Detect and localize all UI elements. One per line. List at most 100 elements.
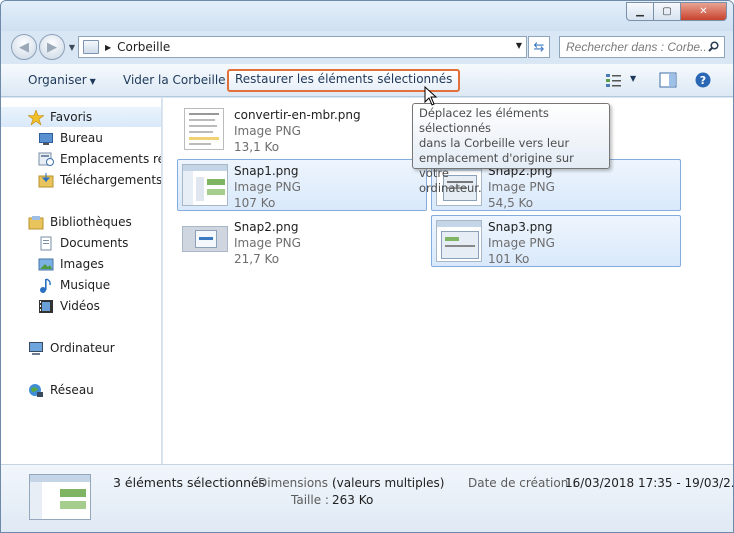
downloads-icon bbox=[38, 172, 54, 187]
sidebar-item-favorites[interactable]: Favoris bbox=[1, 107, 161, 127]
file-name: Snap2.png bbox=[234, 220, 299, 234]
sidebar-item-computer[interactable]: Ordinateur bbox=[28, 338, 115, 358]
recycle-bin-icon bbox=[83, 40, 99, 54]
back-arrow-icon: ◀ bbox=[19, 39, 29, 55]
restore-tooltip: Déplacez les éléments sélectionnés dans … bbox=[412, 103, 610, 195]
close-button[interactable]: ✕ bbox=[680, 2, 727, 21]
file-thumbnail bbox=[184, 108, 224, 150]
tooltip-line: emplacement d'origine sur votre bbox=[419, 151, 574, 180]
sidebar-item-label: Favoris bbox=[50, 110, 93, 124]
empty-recycle-bin-button[interactable]: Vider la Corbeille bbox=[116, 70, 233, 91]
file-size: 21,7 Ko bbox=[234, 252, 280, 266]
sidebar-item-label: Téléchargements bbox=[60, 173, 162, 187]
tooltip-line: Déplacez les éléments sélectionnés bbox=[419, 106, 549, 135]
selection-count: 3 éléments sélectionnés bbox=[113, 475, 266, 490]
sidebar-item-downloads[interactable]: Téléchargements bbox=[38, 170, 162, 190]
chevron-down-icon: ▼ bbox=[89, 77, 96, 86]
star-icon bbox=[28, 109, 44, 125]
file-tile[interactable]: Snap3.png Image PNG 101 Ko bbox=[431, 215, 681, 267]
file-tile[interactable]: Snap1.png Image PNG 107 Ko bbox=[177, 159, 427, 211]
file-thumbnail bbox=[436, 220, 482, 262]
breadcrumb-arrow-icon[interactable]: ▶ bbox=[105, 43, 111, 52]
back-forward-group: ◀ ▶ ▼ bbox=[11, 34, 78, 60]
dimensions-value: (valeurs multiples) bbox=[332, 476, 445, 490]
size-value: 263 Ko bbox=[332, 493, 374, 507]
sidebar-item-pictures[interactable]: Images bbox=[38, 254, 104, 274]
sidebar-item-label: Ordinateur bbox=[50, 341, 115, 355]
file-thumbnail bbox=[182, 164, 228, 206]
back-button[interactable]: ◀ bbox=[11, 34, 37, 60]
desktop-icon bbox=[39, 132, 53, 145]
search-input[interactable] bbox=[566, 40, 706, 54]
search-icon[interactable] bbox=[708, 41, 719, 52]
mouse-cursor-icon bbox=[424, 86, 438, 106]
sidebar-item-label: Bureau bbox=[60, 131, 103, 145]
sidebar-item-libraries[interactable]: Bibliothèques bbox=[28, 212, 132, 232]
title-bar: ▁ ▢ ✕ bbox=[1, 1, 733, 31]
minimize-button[interactable]: ▁ bbox=[626, 2, 653, 21]
videos-icon bbox=[39, 299, 53, 313]
breadcrumb-recycle-bin[interactable]: Corbeille bbox=[117, 40, 170, 54]
music-icon bbox=[40, 277, 51, 293]
sidebar-item-desktop[interactable]: Bureau bbox=[38, 128, 103, 148]
file-name: Snap1.png bbox=[234, 164, 299, 178]
created-value: 16/03/2018 17:35 - 19/03/2... bbox=[565, 476, 734, 490]
documents-icon bbox=[40, 236, 52, 250]
help-icon[interactable]: ? bbox=[695, 72, 711, 88]
navigation-bar: ◀ ▶ ▼ ▶ Corbeille ▼ ⇆ bbox=[1, 31, 733, 63]
sidebar-item-network[interactable]: Réseau bbox=[28, 380, 94, 400]
file-type: Image PNG bbox=[234, 236, 301, 250]
forward-arrow-icon: ▶ bbox=[47, 39, 57, 55]
sidebar-item-music[interactable]: Musique bbox=[38, 275, 110, 295]
forward-button[interactable]: ▶ bbox=[39, 34, 65, 60]
file-tile[interactable]: Snap2.png Image PNG 21,7 Ko bbox=[177, 215, 427, 267]
explorer-window: ▁ ▢ ✕ ◀ ▶ ▼ ▶ Corbeille ▼ ⇆ Organiser▼ V… bbox=[0, 0, 734, 533]
view-options-icon[interactable] bbox=[605, 72, 623, 88]
preview-pane-icon[interactable] bbox=[659, 72, 677, 88]
computer-icon bbox=[29, 341, 43, 355]
address-dropdown-icon[interactable]: ▼ bbox=[516, 41, 522, 50]
file-size: 54,5 Ko bbox=[488, 196, 534, 210]
tooltip-line: ordinateur. bbox=[419, 181, 482, 195]
sidebar-item-videos[interactable]: Vidéos bbox=[38, 296, 100, 316]
libraries-icon bbox=[28, 215, 44, 229]
file-thumbnail bbox=[182, 226, 228, 252]
sidebar-item-label: Musique bbox=[60, 278, 111, 292]
refresh-icon: ⇆ bbox=[533, 39, 545, 55]
sidebar-item-label: Réseau bbox=[50, 383, 94, 397]
file-type: Image PNG bbox=[234, 180, 301, 194]
file-tile[interactable]: convertir-en-mbr.png Image PNG 13,1 Ko bbox=[177, 103, 427, 155]
organize-button[interactable]: Organiser ▼ bbox=[21, 70, 103, 91]
navigation-pane: Favoris Bureau Emplacements réce Télécha… bbox=[1, 98, 162, 464]
sidebar-item-label: Bibliothèques bbox=[50, 215, 132, 229]
recent-pages-dropdown[interactable]: ▼ bbox=[66, 43, 78, 52]
address-bar[interactable]: ▶ Corbeille ▼ bbox=[78, 36, 527, 58]
file-name: Snap3.png bbox=[488, 220, 553, 234]
dimensions-label: Dimensions : bbox=[258, 476, 336, 490]
size-label: Taille : bbox=[291, 493, 329, 507]
refresh-button[interactable]: ⇆ bbox=[528, 36, 550, 58]
maximize-button[interactable]: ▢ bbox=[653, 2, 680, 21]
file-name: convertir-en-mbr.png bbox=[234, 108, 361, 122]
window-controls: ▁ ▢ ✕ bbox=[626, 2, 727, 21]
created-label: Date de création : bbox=[468, 476, 577, 490]
sidebar-item-label: Images bbox=[60, 257, 104, 271]
view-dropdown-icon[interactable]: ▼ bbox=[630, 74, 636, 90]
file-size: 13,1 Ko bbox=[234, 140, 280, 154]
sidebar-item-label: Vidéos bbox=[60, 299, 100, 313]
sidebar-item-recent-places[interactable]: Emplacements réce bbox=[38, 149, 161, 169]
sidebar-item-label: Documents bbox=[60, 236, 129, 250]
file-size: 107 Ko bbox=[234, 196, 276, 210]
file-type: Image PNG bbox=[234, 124, 301, 138]
network-icon bbox=[29, 383, 43, 397]
details-thumbnail bbox=[29, 474, 91, 520]
recent-places-icon bbox=[38, 152, 54, 166]
sidebar-item-label: Emplacements réce bbox=[60, 152, 161, 166]
pictures-icon bbox=[38, 258, 54, 270]
sidebar-item-documents[interactable]: Documents bbox=[38, 233, 128, 253]
details-pane: 3 éléments sélectionnés Dimensions : (va… bbox=[1, 464, 734, 532]
command-bar: Organiser ▼ Vider la Corbeille Restaurer … bbox=[1, 64, 733, 97]
file-size: 101 Ko bbox=[488, 252, 530, 266]
search-box[interactable] bbox=[559, 36, 725, 58]
organize-label: Organiser bbox=[28, 73, 87, 87]
